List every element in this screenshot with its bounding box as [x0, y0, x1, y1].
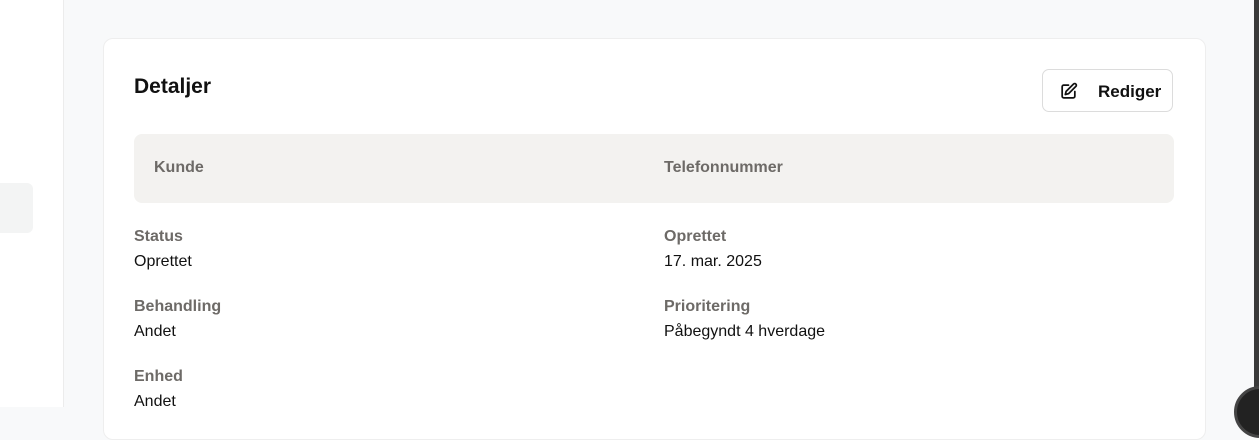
chat-icon[interactable]: [1234, 386, 1259, 438]
phone-label: Telefonnummer: [664, 159, 783, 176]
priority-value: Påbegyndt 4 hverdage: [664, 323, 826, 340]
created-label: Oprettet: [664, 228, 727, 245]
customer-info-bar: Kunde Telefonnummer: [134, 134, 1174, 203]
details-card: Detaljer Rediger Kunde Telefonnummer Sta…: [103, 38, 1206, 440]
customer-label: Kunde: [154, 159, 204, 176]
edit-button-label: Rediger: [1098, 82, 1162, 101]
device-label: Enhed: [134, 368, 183, 385]
sidebar-item-selected[interactable]: [0, 183, 33, 233]
edit-button[interactable]: Rediger: [1042, 69, 1173, 112]
status-label: Status: [134, 228, 183, 245]
details-title: Detaljer: [134, 75, 212, 98]
status-value: Oprettet: [134, 253, 192, 270]
priority-label: Prioritering: [664, 298, 751, 315]
device-value: Andet: [134, 393, 176, 410]
treatment-label: Behandling: [134, 298, 222, 315]
treatment-value: Andet: [134, 323, 176, 340]
scrollbar[interactable]: [1254, 0, 1259, 407]
pencil-square-icon: [1061, 82, 1078, 99]
created-value: 17. mar. 2025: [664, 253, 762, 270]
sidebar: [0, 0, 64, 407]
